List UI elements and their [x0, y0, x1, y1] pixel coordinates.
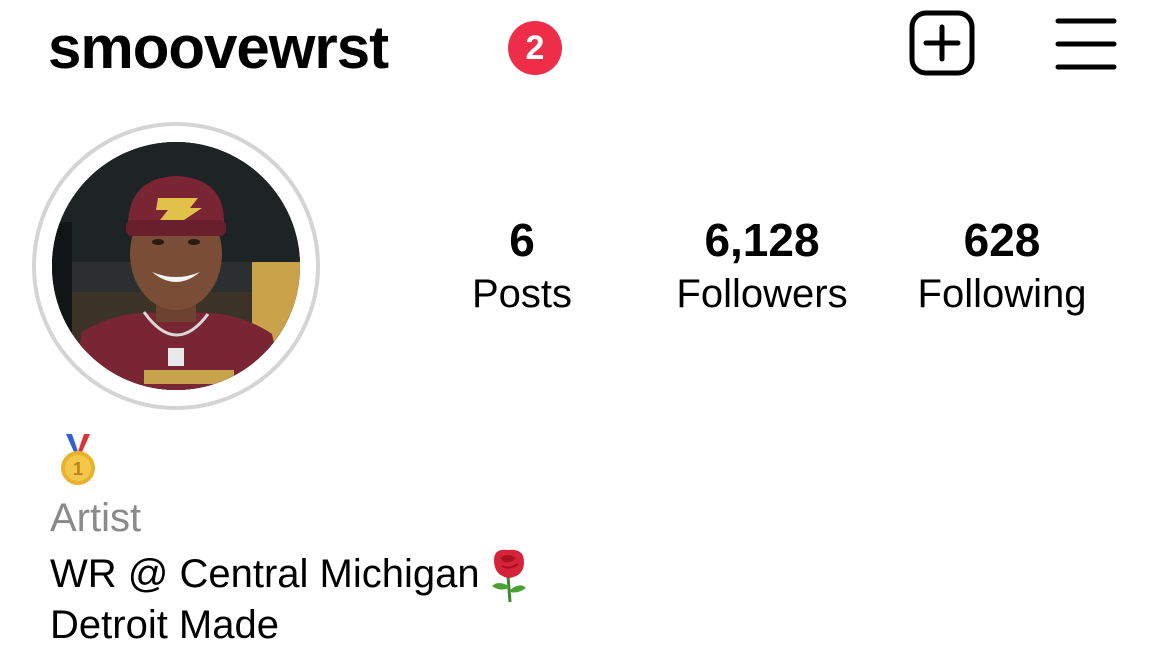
following-count: 628: [963, 214, 1041, 266]
posts-count: 6: [509, 214, 535, 266]
posts-label: Posts: [471, 272, 573, 316]
new-post-button[interactable]: [908, 9, 976, 77]
bio-line-1: WR @ Central Michigan: [50, 546, 534, 602]
following-stat[interactable]: 628 Following: [892, 212, 1112, 320]
followers-stat[interactable]: 6,128 Followers: [652, 212, 872, 320]
followers-label: Followers: [676, 272, 848, 316]
menu-button[interactable]: [1055, 17, 1117, 71]
profile-username[interactable]: smoovewrst: [48, 14, 389, 82]
plus-square-icon: [909, 10, 975, 76]
bio-line-1-text: WR @ Central Michigan: [50, 552, 480, 596]
rose-icon: [491, 549, 526, 602]
notification-badge[interactable]: 2: [508, 21, 562, 75]
posts-stat[interactable]: 6 Posts: [442, 212, 602, 320]
following-label: Following: [917, 272, 1087, 316]
profile-category: Artist: [50, 496, 142, 540]
followers-count: 6,128: [704, 214, 820, 266]
hamburger-menu-icon: [1055, 18, 1117, 70]
svg-text:1: 1: [73, 459, 83, 479]
bio-line-2: Detroit Made: [50, 603, 279, 647]
profile-photo: [52, 142, 300, 390]
gold-medal-icon: 1: [61, 434, 95, 485]
avatar[interactable]: [52, 142, 300, 390]
